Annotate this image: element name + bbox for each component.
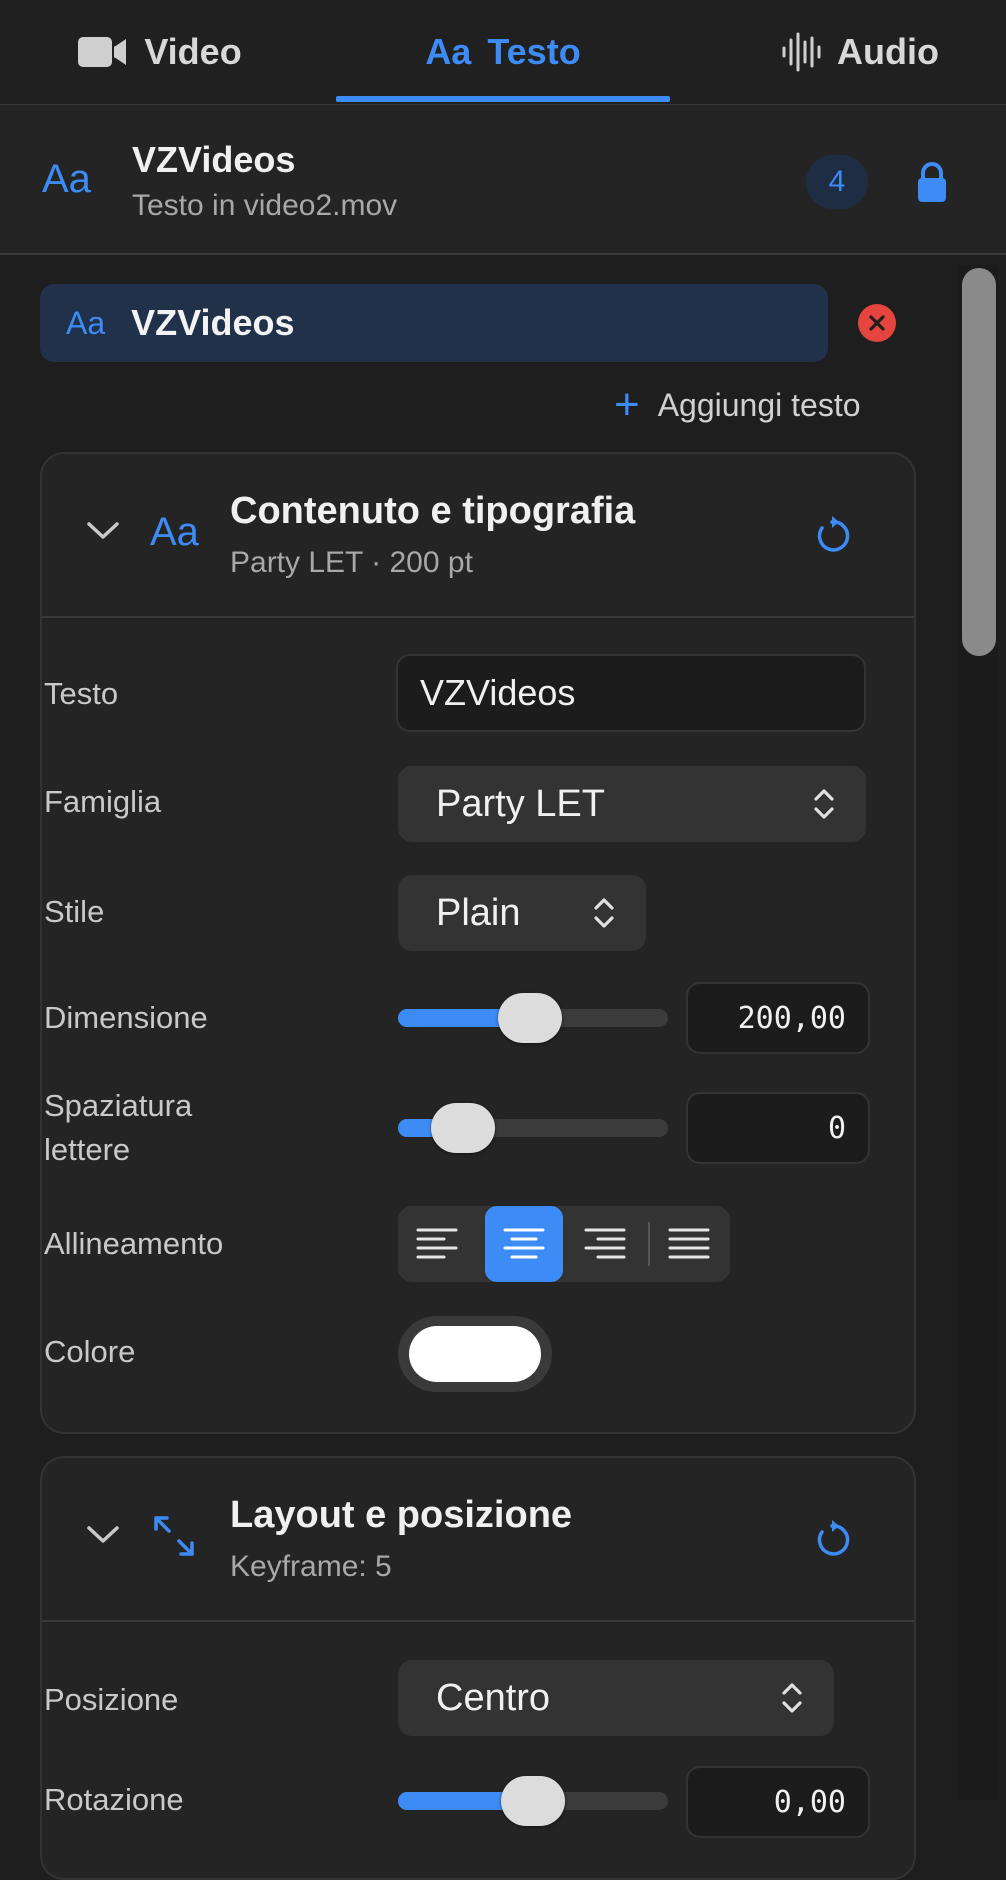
add-text-label: Aggiungi testo — [657, 386, 861, 423]
text-content-input[interactable]: VZVideos — [396, 654, 866, 732]
position-select[interactable]: Centro — [398, 1660, 834, 1736]
active-tab-indicator — [336, 96, 670, 102]
style-label: Stile — [44, 894, 105, 929]
text-color-well[interactable] — [398, 1316, 552, 1392]
chevron-up-down-icon — [594, 898, 614, 928]
letter-spacing-label-2: lettere — [44, 1132, 131, 1167]
typography-subtitle: Party LET · 200 pt — [230, 546, 473, 579]
align-center-button[interactable] — [485, 1206, 563, 1282]
close-icon — [869, 315, 885, 331]
header-title: VZVideos — [132, 139, 296, 180]
align-right-button[interactable] — [566, 1206, 644, 1282]
typography-section-header[interactable]: Aa Contenuto e tipografia Party LET · 20… — [42, 454, 914, 618]
plus-icon: + — [614, 380, 640, 429]
add-text-button[interactable]: + Aggiungi testo — [614, 380, 861, 430]
alignment-segmented-control — [398, 1206, 730, 1282]
position-label: Posizione — [44, 1682, 179, 1717]
tab-audio-label: Audio — [837, 31, 939, 72]
font-family-select[interactable]: Party LET — [398, 766, 866, 842]
align-center-icon — [503, 1228, 545, 1259]
chevron-up-down-icon — [782, 1683, 802, 1713]
size-value-field[interactable]: 200,00 — [686, 982, 870, 1054]
layer-count-badge: 4 — [806, 155, 868, 209]
layout-section-header[interactable]: Layout e posizione Keyframe: 5 — [42, 1458, 914, 1622]
alignment-label: Allineamento — [44, 1226, 224, 1261]
text-layer-item[interactable]: Aa VZVideos — [40, 284, 828, 362]
align-justify-button[interactable] — [650, 1206, 728, 1282]
layout-title: Layout e posizione — [230, 1494, 573, 1536]
text-label: Testo — [44, 676, 119, 711]
chevron-up-down-icon — [814, 789, 834, 819]
tab-video-label: Video — [144, 31, 242, 72]
resize-arrows-icon — [154, 1516, 194, 1556]
align-justify-icon — [668, 1228, 710, 1259]
tab-audio[interactable]: Audio — [740, 0, 980, 104]
letter-spacing-label-1: Spaziatura — [44, 1088, 193, 1123]
align-left-button[interactable] — [398, 1206, 476, 1282]
text-object-header: Aa VZVideos Testo in video2.mov 4 — [0, 105, 1006, 255]
text-layer-name: VZVideos — [131, 302, 295, 343]
rotation-value-field[interactable]: 0,00 — [686, 1766, 870, 1838]
text-layer-icon: Aa — [66, 304, 106, 341]
size-label: Dimensione — [44, 1000, 208, 1035]
color-swatch — [409, 1326, 541, 1382]
lock-icon[interactable] — [916, 161, 948, 203]
typography-title: Contenuto e tipografia — [230, 490, 636, 532]
family-label: Famiglia — [44, 784, 162, 819]
font-family-value: Party LET — [436, 782, 605, 825]
video-camera-icon — [78, 37, 127, 67]
waveform-icon — [782, 32, 821, 72]
tab-text[interactable]: Aa Testo — [336, 0, 670, 104]
text-object-icon: Aa — [42, 157, 91, 201]
font-style-value: Plain — [436, 891, 521, 934]
align-left-icon — [416, 1228, 458, 1259]
color-label: Colore — [44, 1334, 136, 1369]
font-style-select[interactable]: Plain — [398, 875, 646, 951]
tab-text-label: Testo — [487, 31, 581, 72]
text-aa-icon: Aa — [425, 31, 472, 72]
spacing-slider-knob[interactable] — [430, 1103, 495, 1153]
tab-video[interactable]: Video — [40, 0, 280, 104]
align-right-icon — [584, 1228, 626, 1259]
position-value: Centro — [436, 1676, 551, 1719]
typography-icon: Aa — [150, 510, 199, 554]
chevron-down-icon[interactable] — [86, 520, 120, 542]
header-subtitle: Testo in video2.mov — [132, 189, 398, 222]
chevron-down-icon[interactable] — [86, 1524, 120, 1546]
inspector-tabs: Video Aa Testo Audio — [0, 0, 1006, 105]
size-slider-knob[interactable] — [498, 993, 563, 1043]
scrollbar-thumb[interactable] — [962, 268, 996, 656]
layout-subtitle: Keyframe: 5 — [230, 1550, 392, 1583]
remove-layer-button[interactable] — [858, 304, 896, 342]
reset-icon[interactable] — [812, 516, 852, 556]
spacing-value-field[interactable]: 0 — [686, 1092, 870, 1164]
reset-icon[interactable] — [812, 1520, 852, 1560]
rotation-slider-knob[interactable] — [501, 1776, 565, 1826]
rotation-label: Rotazione — [44, 1782, 184, 1817]
